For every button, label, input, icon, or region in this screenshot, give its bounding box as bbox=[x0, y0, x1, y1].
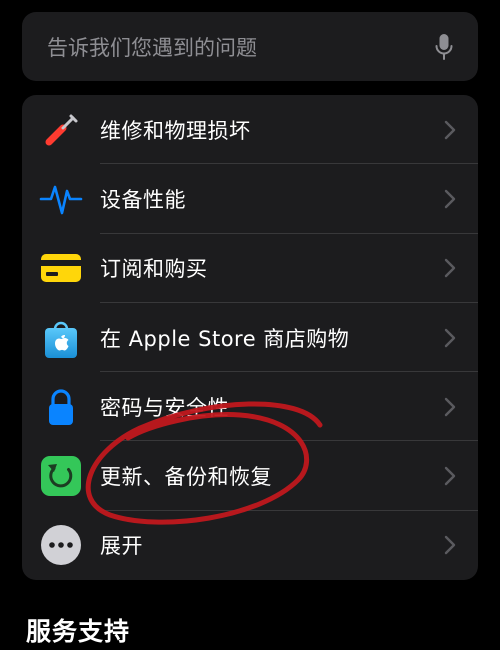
topic-subscriptions-purchases[interactable]: 订阅和购买 bbox=[22, 234, 478, 303]
topic-update-backup-restore[interactable]: 更新、备份和恢复 bbox=[22, 441, 478, 511]
chevron-right-icon bbox=[444, 466, 456, 486]
more-icon bbox=[39, 523, 83, 567]
shopping-bag-icon bbox=[39, 316, 83, 360]
search-bar[interactable]: 告诉我们您遇到的问题 bbox=[22, 12, 478, 81]
topic-show-more[interactable]: 展开 bbox=[22, 511, 478, 580]
topic-label: 订阅和购买 bbox=[100, 257, 208, 282]
waveform-icon bbox=[39, 177, 83, 221]
section-title: 服务支持 bbox=[26, 617, 131, 646]
microphone-icon[interactable] bbox=[434, 32, 454, 62]
topic-label: 展开 bbox=[100, 534, 143, 559]
credit-card-icon bbox=[39, 246, 83, 290]
chevron-right-icon bbox=[444, 328, 456, 348]
support-topics-list: 维修和物理损坏 设备性能 订阅和购买 在 Apple Store 商店购物 密码… bbox=[22, 95, 478, 580]
topic-repair[interactable]: 维修和物理损坏 bbox=[22, 95, 478, 165]
chevron-right-icon bbox=[444, 120, 456, 140]
screwdriver-icon bbox=[39, 108, 83, 152]
topic-label: 设备性能 bbox=[100, 187, 186, 212]
topic-label: 在 Apple Store 商店购物 bbox=[100, 326, 350, 351]
chevron-right-icon bbox=[444, 397, 456, 417]
topic-device-performance[interactable]: 设备性能 bbox=[22, 164, 478, 234]
topic-label: 更新、备份和恢复 bbox=[100, 465, 272, 490]
chevron-right-icon bbox=[444, 189, 456, 209]
search-input[interactable]: 告诉我们您遇到的问题 bbox=[47, 32, 434, 62]
restore-icon bbox=[39, 454, 83, 498]
topic-label: 密码与安全性 bbox=[100, 395, 229, 420]
lock-icon bbox=[39, 385, 83, 429]
chevron-right-icon bbox=[444, 535, 456, 555]
topic-apple-store[interactable]: 在 Apple Store 商店购物 bbox=[22, 303, 478, 373]
topic-passwords-security[interactable]: 密码与安全性 bbox=[22, 372, 478, 442]
topic-label: 维修和物理损坏 bbox=[100, 118, 251, 143]
chevron-right-icon bbox=[444, 258, 456, 278]
